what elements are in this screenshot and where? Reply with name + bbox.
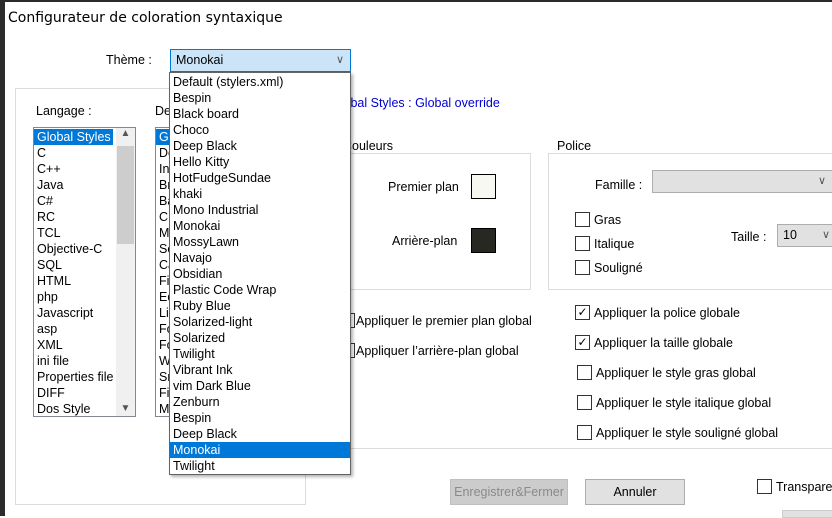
theme-option[interactable]: Default (stylers.xml) xyxy=(170,74,350,90)
language-item[interactable]: HTML xyxy=(34,273,114,289)
apply-global-bold-checkbox[interactable] xyxy=(577,365,592,380)
apply-global-underline-label: Appliquer le style souligné global xyxy=(596,426,779,440)
apply-global-italic-label: Appliquer le style italique global xyxy=(596,396,772,410)
bold-checkbox[interactable] xyxy=(575,212,590,227)
font-size-value: 10 xyxy=(783,228,797,242)
divider xyxy=(306,448,832,449)
theme-option[interactable]: Monokai xyxy=(170,218,350,234)
italic-label: Italique xyxy=(594,237,635,251)
apply-global-italic-checkbox[interactable] xyxy=(577,395,592,410)
language-item[interactable]: C xyxy=(34,145,114,161)
chevron-down-icon: ∨ xyxy=(817,175,826,187)
theme-option[interactable]: Plastic Code Wrap xyxy=(170,282,350,298)
font-size-select[interactable]: 10 ∨ xyxy=(777,224,832,247)
language-item[interactable]: Dos Style xyxy=(34,401,114,416)
language-scrollbar[interactable]: ▲ ▼ xyxy=(116,128,135,416)
language-list[interactable]: ▲ ▼ Global Styles C C++ Java C# RC TCL Objectiv… xyxy=(33,127,136,417)
foreground-color-swatch[interactable] xyxy=(471,174,496,199)
language-item[interactable]: ini file xyxy=(34,353,114,369)
theme-label: Thème : xyxy=(106,53,152,67)
theme-select[interactable]: Monokai ∨ xyxy=(170,49,351,72)
scroll-up-icon[interactable]: ▲ xyxy=(116,128,135,145)
theme-option[interactable]: Ruby Blue xyxy=(170,298,350,314)
font-family-select[interactable]: ∨ xyxy=(652,170,832,193)
transparency-label: Transpare xyxy=(776,480,832,494)
theme-option[interactable]: Navajo xyxy=(170,250,350,266)
bold-label: Gras xyxy=(594,213,622,227)
apply-global-bg-label: Appliquer l’arrière-plan global xyxy=(356,344,519,358)
theme-option[interactable]: Hello Kitty xyxy=(170,154,350,170)
partial-button[interactable] xyxy=(782,510,832,518)
theme-value: Monokai xyxy=(176,53,224,67)
theme-option[interactable]: Bespin xyxy=(170,90,350,106)
language-item[interactable]: C# xyxy=(34,193,114,209)
language-label: Langage : xyxy=(36,104,92,118)
window-border-top xyxy=(0,0,832,2)
theme-option[interactable]: Monokai xyxy=(170,442,350,458)
theme-option[interactable]: Bespin xyxy=(170,410,350,426)
background-color-swatch[interactable] xyxy=(471,228,496,253)
save-close-button[interactable]: Enregistrer&Fermer xyxy=(450,479,568,505)
scrollbar-thumb[interactable] xyxy=(117,146,134,244)
language-item[interactable]: Objective-C xyxy=(34,241,114,257)
underline-label: Souligné xyxy=(594,261,643,275)
theme-option[interactable]: Vibrant Ink xyxy=(170,362,350,378)
language-item[interactable]: php xyxy=(34,289,114,305)
chevron-down-icon: ∨ xyxy=(335,54,344,66)
theme-option[interactable]: Twilight xyxy=(170,346,350,362)
language-item[interactable]: Properties file xyxy=(34,369,114,385)
theme-option[interactable]: HotFudgeSundae xyxy=(170,170,350,186)
theme-option[interactable]: MossyLawn xyxy=(170,234,350,250)
colors-group xyxy=(340,153,531,290)
apply-global-size-checkbox[interactable]: ✓ xyxy=(575,335,590,350)
apply-global-underline-checkbox[interactable] xyxy=(577,425,592,440)
foreground-label: Premier plan xyxy=(388,180,459,194)
transparency-checkbox[interactable] xyxy=(757,479,772,494)
theme-option[interactable]: Solarized-light xyxy=(170,314,350,330)
language-item[interactable]: asp xyxy=(34,321,114,337)
language-item[interactable]: Java xyxy=(34,177,114,193)
underline-checkbox[interactable] xyxy=(575,260,590,275)
theme-option[interactable]: Black board xyxy=(170,106,350,122)
window-border-left xyxy=(0,0,5,516)
language-item[interactable]: XML xyxy=(34,337,114,353)
theme-option[interactable]: Twilight xyxy=(170,458,350,474)
font-legend: Police xyxy=(555,139,594,153)
language-item[interactable]: RC xyxy=(34,209,114,225)
language-item[interactable]: SQL xyxy=(34,257,114,273)
language-item[interactable]: C++ xyxy=(34,161,114,177)
theme-option[interactable]: Solarized xyxy=(170,330,350,346)
theme-option[interactable]: Choco xyxy=(170,122,350,138)
scroll-down-icon[interactable]: ▼ xyxy=(116,403,135,414)
language-item[interactable]: DIFF xyxy=(34,385,114,401)
window-title: Configurateur de coloration syntaxique xyxy=(8,10,283,26)
language-item[interactable]: Global Styles xyxy=(34,129,113,145)
apply-global-font-label: Appliquer la police globale xyxy=(594,306,740,320)
apply-global-font-checkbox[interactable]: ✓ xyxy=(575,305,590,320)
italic-checkbox[interactable] xyxy=(575,236,590,251)
theme-option[interactable]: Obsidian xyxy=(170,266,350,282)
theme-option[interactable]: Deep Black xyxy=(170,138,350,154)
language-item[interactable]: TCL xyxy=(34,225,114,241)
theme-option[interactable]: Mono Industrial xyxy=(170,202,350,218)
apply-global-size-label: Appliquer la taille globale xyxy=(594,336,733,350)
theme-option[interactable]: Zenburn xyxy=(170,394,350,410)
apply-global-fg-label: Appliquer le premier plan global xyxy=(356,314,532,328)
theme-option[interactable]: vim Dark Blue xyxy=(170,378,350,394)
theme-option[interactable]: Deep Black xyxy=(170,426,350,442)
apply-global-bold-label: Appliquer le style gras global xyxy=(596,366,756,380)
chevron-down-icon: ∨ xyxy=(821,229,830,241)
font-family-label: Famille : xyxy=(595,178,643,192)
theme-dropdown-list[interactable]: Default (stylers.xml) Bespin Black board Ch… xyxy=(169,72,351,475)
background-label: Arrière-plan xyxy=(392,234,458,248)
style-heading: Global Styles : Global override xyxy=(331,96,500,110)
cancel-button[interactable]: Annuler xyxy=(585,479,685,505)
font-size-label: Taille : xyxy=(731,230,767,244)
language-item[interactable]: Javascript xyxy=(34,305,114,321)
theme-option[interactable]: khaki xyxy=(170,186,350,202)
